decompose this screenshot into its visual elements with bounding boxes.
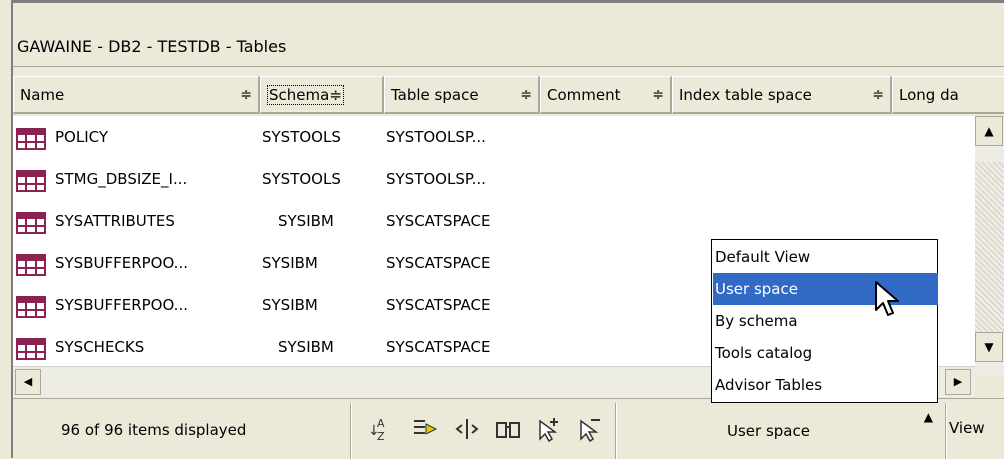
table-schema: SYSIBM (278, 212, 334, 230)
view-select[interactable]: User space ▲ (711, 402, 947, 456)
window-title: GAWAINE - DB2 - TESTDB - Tables (17, 37, 287, 56)
items-count: 96 of 96 items displayed (61, 421, 247, 439)
svg-text:Z: Z (377, 430, 385, 443)
table-schema: SYSTOOLS (262, 128, 341, 146)
sort-icon: ≑ (240, 87, 252, 103)
column-header-label: Long da (899, 86, 959, 104)
menu-item-by-schema[interactable]: By schema (713, 305, 938, 337)
view-button[interactable]: View (949, 419, 985, 437)
table-icon (16, 128, 46, 150)
column-header-label: Table space (391, 86, 479, 104)
column-header-row: Name ≑ Schema≑ Table space ≑ Comment ≑ I… (13, 76, 1004, 116)
sort-icon: ≑ (520, 87, 532, 103)
column-header-name[interactable]: Name ≑ (13, 76, 260, 114)
column-header-schema[interactable]: Schema≑ (260, 76, 384, 114)
table-tablespace: SYSCATSPACE (386, 212, 491, 230)
table-tablespace: SYSTOOLSP... (386, 128, 486, 146)
column-header-comment[interactable]: Comment ≑ (540, 76, 672, 114)
table-icon (16, 212, 46, 234)
table-name: SYSBUFFERPOO... (55, 296, 188, 314)
table-schema: SYSIBM (262, 254, 318, 272)
select-all-icon[interactable] (534, 415, 562, 443)
column-width-icon[interactable] (453, 415, 481, 443)
view-dropdown-menu[interactable]: Default View User space By schema Tools … (711, 239, 938, 403)
divider (350, 403, 352, 459)
table-row[interactable]: STMG_DBSIZE_I... SYSTOOLS SYSTOOLSP... (13, 158, 975, 200)
table-tablespace: SYSCATSPACE (386, 296, 491, 314)
table-name: SYSBUFFERPOO... (55, 254, 188, 272)
scroll-right-button[interactable]: ▶ (945, 369, 971, 395)
column-header-long-data[interactable]: Long da (892, 76, 1004, 114)
scroll-left-button[interactable]: ◀ (15, 369, 41, 395)
table-schema: SYSIBM (278, 338, 334, 356)
sort-az-icon[interactable]: ↓ A Z (366, 415, 394, 443)
table-icon (16, 170, 46, 192)
scroll-up-button[interactable]: ▲ (975, 116, 1003, 146)
sort-icon: ≑ (872, 87, 884, 103)
menu-item-advisor-tables[interactable]: Advisor Tables (713, 369, 938, 401)
table-name: POLICY (55, 128, 109, 146)
view-select-value: User space (727, 422, 810, 440)
status-bar: 96 of 96 items displayed ↓ A Z User space … (13, 398, 1004, 459)
column-header-label: Name (20, 86, 65, 104)
column-header-focus: Schema≑ (267, 85, 344, 105)
menu-item-default-view[interactable]: Default View (713, 241, 938, 273)
filter-icon[interactable] (411, 415, 439, 443)
column-header-label: Index table space (679, 86, 812, 104)
table-tablespace: SYSCATSPACE (386, 254, 491, 272)
table-name: STMG_DBSIZE_I... (55, 170, 188, 188)
divider (615, 403, 617, 459)
table-schema: SYSIBM (262, 296, 318, 314)
window-title-bar: GAWAINE - DB2 - TESTDB - Tables (13, 3, 1004, 67)
table-row[interactable]: SYSATTRIBUTES SYSIBM SYSCATSPACE (13, 200, 975, 242)
table-name: SYSCHECKS (55, 338, 145, 356)
table-name: SYSATTRIBUTES (55, 212, 175, 230)
menu-item-user-space[interactable]: User space (713, 273, 938, 305)
column-header-label: Schema (269, 86, 330, 104)
caret-up-icon: ▲ (923, 410, 933, 424)
scroll-track[interactable] (975, 162, 1004, 332)
deselect-icon[interactable] (575, 415, 603, 443)
table-tablespace: SYSCATSPACE (386, 338, 491, 356)
table-icon (16, 296, 46, 318)
scroll-down-button[interactable]: ▼ (975, 332, 1003, 362)
table-icon (16, 254, 46, 276)
find-icon[interactable] (494, 415, 522, 443)
column-header-tablespace[interactable]: Table space ≑ (384, 76, 540, 114)
mouse-cursor-icon (875, 281, 899, 316)
sort-icon: ≑ (652, 87, 664, 103)
table-schema: SYSTOOLS (262, 170, 341, 188)
column-header-index-tablespace[interactable]: Index table space ≑ (672, 76, 892, 114)
table-icon (16, 338, 46, 360)
menu-item-tools-catalog[interactable]: Tools catalog (713, 337, 938, 369)
divider (945, 403, 947, 459)
table-row[interactable]: POLICY SYSTOOLS SYSTOOLSP... (13, 116, 975, 158)
vertical-scrollbar[interactable]: ▲ ▼ (975, 116, 1004, 376)
svg-text:A: A (377, 417, 385, 430)
column-header-label: Comment (547, 86, 621, 104)
table-tablespace: SYSTOOLSP... (386, 170, 486, 188)
sort-icon: ≑ (329, 86, 342, 104)
